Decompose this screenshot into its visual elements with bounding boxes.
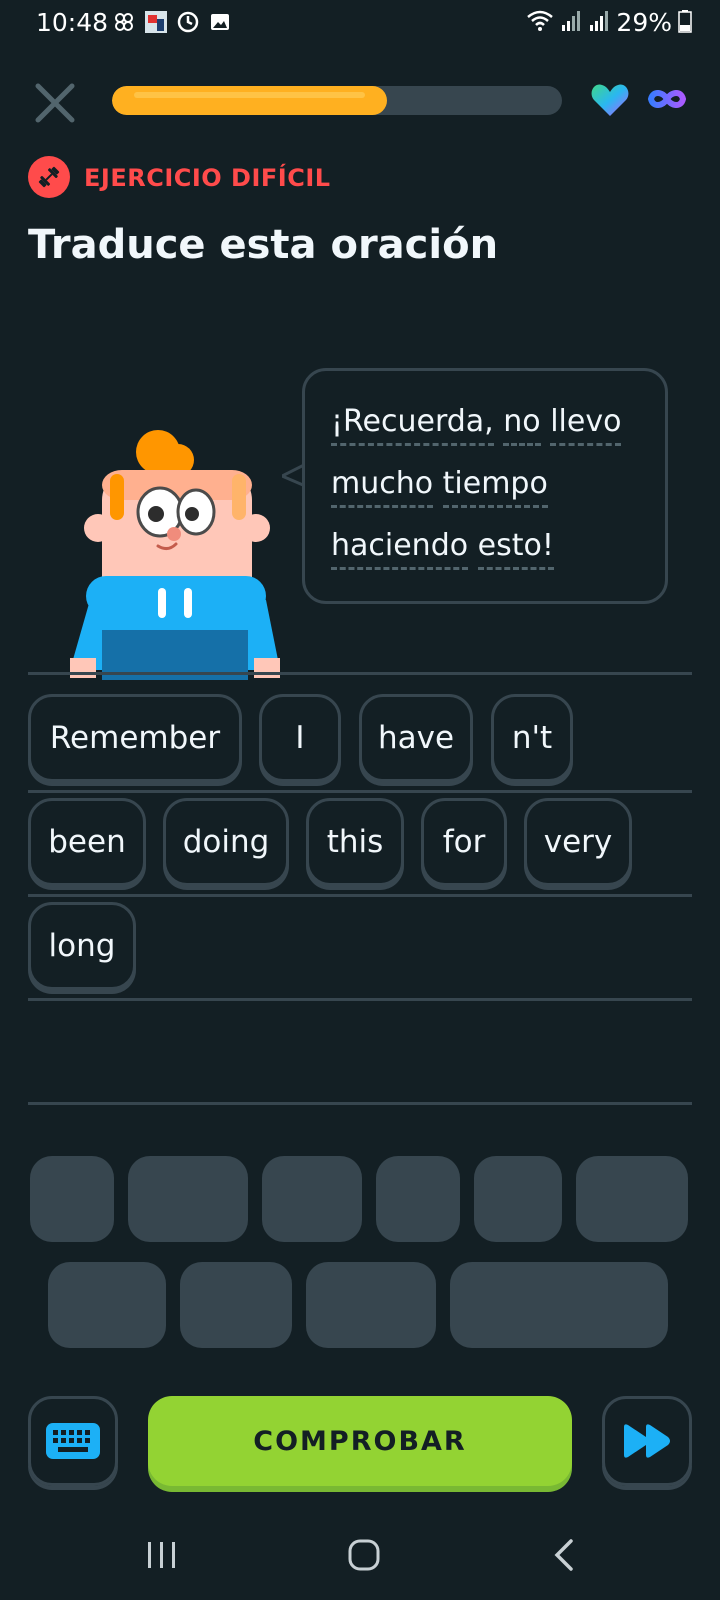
battery-percentage: 29% — [616, 8, 672, 37]
hint-word[interactable]: tiempo — [442, 466, 548, 508]
hint-word[interactable]: llevo — [550, 404, 622, 446]
status-bar: 10:48 29% — [0, 0, 720, 50]
lesson-progress-fill — [112, 86, 387, 115]
speech-line: mucho tiempo — [331, 453, 639, 515]
answer-word-chip[interactable]: Remember — [28, 694, 242, 782]
word-bank-slot — [376, 1156, 460, 1242]
character-illustration — [70, 430, 290, 682]
app-notification-icon — [144, 10, 168, 34]
page-title: Traduce esta oración — [28, 222, 499, 268]
keyboard-toggle-button[interactable] — [28, 1396, 118, 1486]
answer-word-chip[interactable]: this — [306, 798, 404, 886]
heart-icon[interactable] — [590, 82, 630, 122]
home-icon — [348, 1539, 380, 1571]
sync-icon — [176, 10, 200, 34]
answer-word-chip[interactable]: doing — [163, 798, 289, 886]
close-button[interactable] — [30, 78, 80, 128]
keyboard-icon — [46, 1423, 100, 1459]
signal-icon — [560, 9, 582, 37]
pinwheel-icon — [112, 10, 136, 34]
answer-word-chip[interactable]: I — [259, 694, 341, 782]
word-bank-slot — [30, 1156, 114, 1242]
speech-line: ¡Recuerda, no llevo — [331, 391, 639, 453]
word-bank-slot — [450, 1262, 668, 1348]
answer-word-chip[interactable]: long — [28, 902, 136, 990]
answer-area[interactable]: Remember I have n't been doing this for … — [28, 672, 692, 1106]
speech-line: haciendo esto! — [331, 515, 639, 577]
answer-line — [28, 672, 692, 675]
home-button[interactable] — [334, 1530, 394, 1580]
infinity-icon — [645, 84, 689, 118]
dumbbell-icon — [28, 156, 70, 198]
status-time: 10:48 — [36, 8, 109, 37]
answer-line — [28, 790, 692, 793]
answer-word-chip[interactable]: n't — [491, 694, 573, 782]
word-bank-slot — [48, 1262, 166, 1348]
back-icon — [554, 1539, 573, 1571]
lesson-progress-bar — [112, 86, 562, 115]
check-button[interactable]: COMPROBAR — [148, 1396, 572, 1486]
hint-word[interactable]: ¡Recuerda, — [331, 404, 494, 446]
status-system-icons: 29% — [526, 8, 692, 37]
wifi-icon — [526, 9, 554, 37]
word-bank-slot — [180, 1262, 292, 1348]
answer-line — [28, 894, 692, 897]
close-icon — [35, 83, 75, 123]
word-bank-slot — [474, 1156, 562, 1242]
battery-icon — [678, 9, 692, 37]
fast-forward-icon — [624, 1424, 670, 1458]
hint-word[interactable]: haciendo — [331, 528, 469, 570]
recent-apps-icon — [148, 1542, 175, 1568]
signal-icon — [588, 9, 610, 37]
word-bank-slot — [262, 1156, 362, 1242]
speech-bubble: ¡Recuerda, no llevo mucho tiempo haciend… — [302, 368, 668, 604]
answer-line — [28, 1102, 692, 1105]
hard-exercise-label: EJERCICIO DIFÍCIL — [84, 164, 331, 192]
answer-word-chip[interactable]: been — [28, 798, 146, 886]
hint-word[interactable]: esto! — [477, 528, 554, 570]
skip-button[interactable] — [602, 1396, 692, 1486]
hint-word[interactable]: mucho — [331, 466, 434, 508]
answer-word-chip[interactable]: very — [524, 798, 632, 886]
word-bank-slot — [128, 1156, 248, 1242]
word-bank-slot — [306, 1262, 436, 1348]
gallery-icon — [208, 10, 232, 34]
answer-word-chip[interactable]: have — [359, 694, 473, 782]
answer-word-chip[interactable]: for — [421, 798, 507, 886]
status-notification-icons — [112, 10, 232, 34]
recent-apps-button[interactable] — [132, 1530, 192, 1580]
word-bank-slot — [576, 1156, 688, 1242]
hint-word[interactable]: no — [503, 404, 541, 446]
back-button[interactable] — [534, 1530, 594, 1580]
system-navigation-bar — [0, 1520, 720, 1600]
answer-line — [28, 998, 692, 1001]
